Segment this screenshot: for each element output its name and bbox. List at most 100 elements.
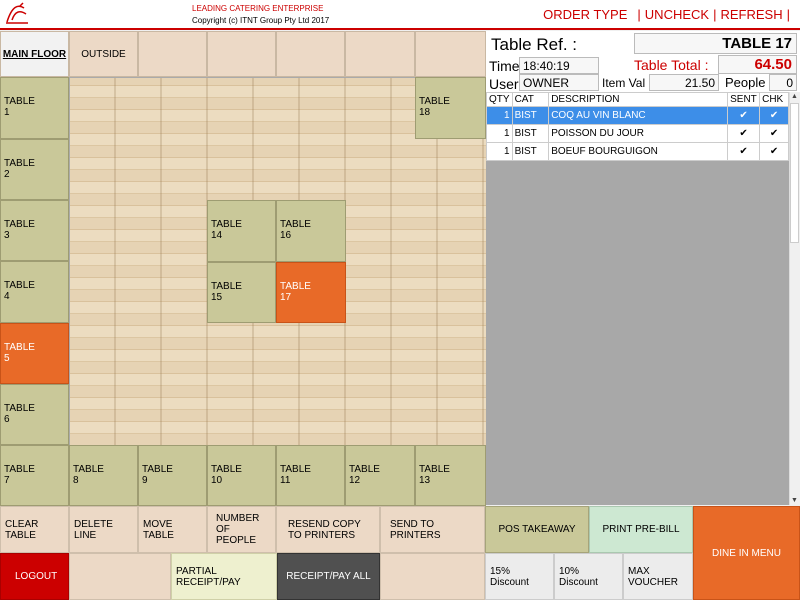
- table-18[interactable]: TABLE 18: [415, 77, 486, 139]
- receipt-pay-all-label: RECEIPT/PAY ALL: [286, 571, 371, 582]
- item-description: POISSON DU JOUR: [548, 124, 729, 143]
- tab-empty[interactable]: [207, 31, 276, 77]
- item-cat: BIST: [511, 106, 550, 125]
- table-16[interactable]: TABLE 16: [276, 200, 346, 262]
- tab-empty[interactable]: [138, 31, 207, 77]
- table-number: 16: [280, 230, 292, 241]
- tab-empty[interactable]: [415, 31, 486, 77]
- table-number: 13: [419, 475, 431, 486]
- table-word: TABLE: [211, 219, 242, 230]
- empty-button[interactable]: [380, 553, 485, 600]
- move-table-button[interactable]: MOVE TABLE: [138, 506, 207, 553]
- table-9[interactable]: TABLE 9: [138, 445, 207, 506]
- tab-empty[interactable]: [276, 31, 345, 77]
- partial-receipt-button[interactable]: PARTIAL RECEIPT/PAY: [171, 553, 277, 600]
- resend-copy-button[interactable]: RESEND COPY TO PRINTERS: [276, 506, 380, 553]
- table-2[interactable]: TABLE 2: [0, 139, 69, 200]
- discount-10-label: 10% Discount: [559, 565, 598, 588]
- max-voucher-label: MAX VOUCHER: [628, 565, 679, 588]
- table-word: TABLE: [4, 464, 35, 475]
- discount-10-button[interactable]: 10% Discount: [554, 553, 623, 600]
- table-number: 14: [211, 230, 223, 241]
- order-type-link[interactable]: ORDER TYPE: [543, 7, 627, 22]
- table-13[interactable]: TABLE 13: [415, 445, 486, 506]
- table-10[interactable]: TABLE 10: [207, 445, 276, 506]
- table-14[interactable]: TABLE 14: [207, 200, 276, 262]
- nav-separator: |: [637, 7, 641, 22]
- table-number: 12: [349, 475, 361, 486]
- item-chk-check-icon: ✔: [759, 106, 789, 125]
- clear-table-label: CLEAR TABLE: [5, 518, 39, 541]
- table-number: 10: [211, 475, 223, 486]
- delete-line-button[interactable]: DELETE LINE: [69, 506, 138, 553]
- tab-main-floor[interactable]: MAIN FLOOR: [0, 31, 69, 77]
- tab-empty[interactable]: [345, 31, 415, 77]
- tab-main-floor-label: MAIN FLOOR: [2, 48, 67, 60]
- logout-button[interactable]: LOGOUT: [0, 553, 69, 600]
- table-word: TABLE: [142, 464, 173, 475]
- order-row[interactable]: 1 BIST BOEUF BOURGUIGON ✔ ✔: [486, 142, 789, 161]
- table-3[interactable]: TABLE 3: [0, 200, 69, 261]
- table-number: 4: [4, 291, 10, 302]
- time-value: 18:40:19: [519, 57, 599, 74]
- empty-button[interactable]: [69, 553, 171, 600]
- table-15[interactable]: TABLE 15: [207, 262, 276, 323]
- table-11[interactable]: TABLE 11: [276, 445, 345, 506]
- number-of-people-button[interactable]: NUMBER OF PEOPLE: [207, 506, 276, 553]
- table-total-value: 64.50: [718, 55, 797, 74]
- scroll-down-icon[interactable]: ▼: [790, 497, 799, 504]
- table-number: 3: [4, 230, 10, 241]
- table-5[interactable]: TABLE 5: [0, 323, 69, 384]
- table-12[interactable]: TABLE 12: [345, 445, 415, 506]
- order-items-table: QTY CAT DESCRIPTION SENT CHK 1 BIST COQ …: [486, 92, 789, 161]
- max-voucher-button[interactable]: MAX VOUCHER: [623, 553, 693, 600]
- time-label: Time: [489, 58, 520, 74]
- item-val-label: Item Val: [602, 76, 646, 90]
- pos-takeaway-label: POS TAKEAWAY: [498, 524, 576, 535]
- clear-table-button[interactable]: CLEAR TABLE: [0, 506, 69, 553]
- order-row[interactable]: 1 BIST COQ AU VIN BLANC ✔ ✔: [486, 106, 789, 125]
- pos-takeaway-button[interactable]: POS TAKEAWAY: [485, 506, 589, 553]
- nav-separator: |: [713, 7, 717, 22]
- table-7[interactable]: TABLE 7: [0, 445, 69, 506]
- table-word: TABLE: [419, 464, 450, 475]
- dine-in-menu-label: DINE IN MENU: [712, 547, 781, 559]
- item-chk-check-icon: ✔: [759, 142, 789, 161]
- item-chk-check-icon: ✔: [759, 124, 789, 143]
- col-chk: CHK: [759, 92, 789, 107]
- send-to-printers-label: SEND TO PRINTERS: [390, 518, 441, 541]
- table-number: 17: [280, 292, 292, 303]
- table-word: TABLE: [4, 403, 35, 414]
- tab-outside-label: OUTSIDE: [81, 48, 126, 60]
- refresh-link[interactable]: REFRESH: [720, 7, 782, 22]
- table-8[interactable]: TABLE 8: [69, 445, 138, 506]
- table-number: 5: [4, 353, 10, 364]
- table-6[interactable]: TABLE 6: [0, 384, 69, 445]
- scrollbar-thumb[interactable]: [790, 103, 799, 243]
- partial-receipt-label: PARTIAL RECEIPT/PAY: [176, 565, 241, 588]
- item-description: COQ AU VIN BLANC: [548, 106, 729, 125]
- col-qty: QTY: [486, 92, 513, 107]
- table-word: TABLE: [211, 281, 242, 292]
- table-1[interactable]: TABLE 1: [0, 77, 69, 139]
- dine-in-menu-button[interactable]: DINE IN MENU: [693, 506, 800, 600]
- col-sent: SENT: [727, 92, 761, 107]
- uncheck-link[interactable]: UNCHECK: [645, 7, 709, 22]
- table-ref-label: Table Ref. :: [491, 35, 577, 54]
- tab-outside[interactable]: OUTSIDE: [69, 31, 138, 77]
- send-to-printers-button[interactable]: SEND TO PRINTERS: [380, 506, 485, 553]
- table-4[interactable]: TABLE 4: [0, 261, 69, 323]
- order-row[interactable]: 1 BIST POISSON DU JOUR ✔ ✔: [486, 124, 789, 143]
- table-total-label: Table Total :: [634, 57, 709, 73]
- scroll-up-icon[interactable]: ▲: [790, 93, 799, 100]
- table-word: TABLE: [4, 280, 35, 291]
- table-word: TABLE: [280, 281, 311, 292]
- table-word: TABLE: [4, 342, 35, 353]
- receipt-pay-all-button[interactable]: RECEIPT/PAY ALL: [277, 553, 380, 600]
- table-17[interactable]: TABLE 17: [276, 262, 346, 323]
- print-pre-bill-button[interactable]: PRINT PRE-BILL: [589, 506, 693, 553]
- discount-15-button[interactable]: 15% Discount: [485, 553, 554, 600]
- table-word: TABLE: [280, 464, 311, 475]
- table-number: 18: [419, 107, 431, 118]
- user-value: OWNER: [519, 74, 599, 91]
